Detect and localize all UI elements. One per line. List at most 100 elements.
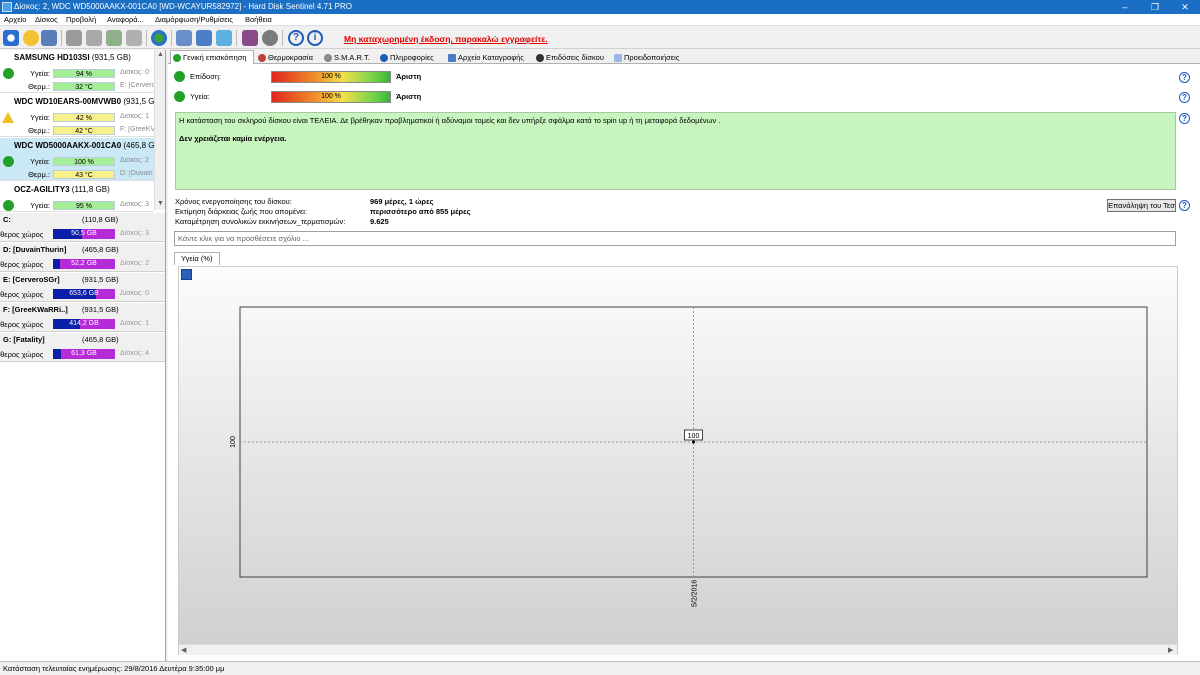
disk-check-icon[interactable] xyxy=(106,30,122,46)
scroll-down-icon[interactable]: ▼ xyxy=(157,200,164,207)
tab-temperature[interactable]: Θερμοκρασία xyxy=(256,51,313,64)
menu-file[interactable]: Αρχείο xyxy=(4,15,26,24)
disk-info-icon[interactable] xyxy=(126,30,142,46)
performance-label: Επίδοση: xyxy=(190,72,222,81)
retest-button[interactable]: Επανάληψη του Τεσ xyxy=(1107,199,1176,212)
refresh-icon[interactable] xyxy=(3,30,19,46)
disk-ref: Δίσκος: 0 xyxy=(120,69,150,76)
x-tick-label: 5/2/2016 xyxy=(692,580,699,607)
chart-marks: 100 5/2/2016 100 xyxy=(230,307,1147,607)
disk-ref: Δίσκος: 1 xyxy=(120,113,150,120)
disk-item[interactable]: SAMSUNG HD103SI (931,5 GB) Υγεία: 94 % Δ… xyxy=(0,50,154,93)
volume-item[interactable]: D: [DuvainThurin] (465,8 GB) ύθερος χώρο… xyxy=(0,243,165,272)
alert-icon[interactable] xyxy=(23,30,39,46)
menu-report[interactable]: Αναφορά... xyxy=(107,15,144,24)
info-icon xyxy=(380,54,388,62)
tab-overview[interactable]: Γενική επισκόπηση xyxy=(170,50,254,65)
scroll-left-icon[interactable]: ◀ xyxy=(181,646,186,654)
free-space-bar: 61,3 GB xyxy=(53,349,115,359)
disk-ref: Δίσκος: 3 xyxy=(120,201,150,208)
maximize-button[interactable]: ❐ xyxy=(1140,0,1170,14)
free-space-fill xyxy=(96,289,115,299)
check-icon xyxy=(173,54,181,62)
data-point xyxy=(692,440,695,444)
title-bar: Δίσκος: 2, WDC WD5000AAKX-001CA0 [WD-WCA… xyxy=(0,0,1200,14)
disk-ref: Δίσκος: 3 xyxy=(120,230,150,237)
health-label: Υγεία: xyxy=(30,113,50,122)
check-icon xyxy=(3,200,14,211)
overview-panel: Επίδοση: 100 % Άριστη ? Υγεία: 100 % Άρι… xyxy=(168,64,1200,661)
disk-icon xyxy=(324,54,332,62)
help-icon[interactable]: ? xyxy=(288,30,304,46)
thermometer-icon xyxy=(258,54,266,62)
disk-ref: Δίσκος: 0 xyxy=(120,290,150,297)
volume-name: E: [CerveroSGr] xyxy=(3,275,60,284)
volume-item[interactable]: G: [Fatality] (465,8 GB) ύθερος χώρος 61… xyxy=(0,333,165,362)
menu-view[interactable]: Προβολή xyxy=(66,15,96,24)
help-icon[interactable]: ? xyxy=(1179,200,1190,211)
help-icon[interactable]: ? xyxy=(1179,113,1190,124)
report-icon[interactable] xyxy=(176,30,192,46)
toolbar: ? i Μη καταχωρημένη έκδοση, παρακαλώ εγγ… xyxy=(0,27,1200,49)
menu-disk[interactable]: Δίσκος xyxy=(35,15,58,24)
scroll-right-icon[interactable]: ▶ xyxy=(1168,646,1173,654)
volume-item[interactable]: F: [GreeKWaRRi..] (931,5 GB) ύθερος χώρο… xyxy=(0,303,165,332)
volume-ref: F: [GreeKV xyxy=(120,126,154,133)
status-description: Η κατάσταση του σκληρού δίσκου είναι ΤΕΛ… xyxy=(175,112,1176,190)
scroll-up-icon[interactable]: ▲ xyxy=(157,51,164,58)
start-stop-label: Καταμέτρηση συνολικών εκκινήσεων_τερματι… xyxy=(175,217,346,226)
tab-log[interactable]: Αρχείο Καταγραφής xyxy=(446,51,524,64)
disk-item[interactable]: OCZ-AGILITY3 (111,8 GB) Υγεία: 95 % Δίσκ… xyxy=(0,182,154,212)
health-bar: 94 % xyxy=(53,69,115,78)
mail-icon[interactable] xyxy=(41,30,57,46)
free-space-bar: 52,2 GB xyxy=(53,259,115,269)
uptime-value: 969 μέρες, 1 ώρες xyxy=(370,197,434,206)
tab-smart[interactable]: S.M.A.R.T. xyxy=(322,51,370,64)
menu-help[interactable]: Βοήθεια xyxy=(245,15,272,24)
disk-item[interactable]: WDC WD10EARS-00MVWB0 (931,5 GB) Υγεία: 4… xyxy=(0,94,163,137)
comment-input[interactable]: Κάντε κλικ για να προσθέσετε σχόλιο ... xyxy=(174,231,1176,246)
globe-icon[interactable] xyxy=(151,30,167,46)
volume-name: D: [DuvainThurin] xyxy=(3,245,67,254)
disk-item-selected[interactable]: WDC WD5000AAKX-001CA0 (465,8 GB) Υγεία: … xyxy=(0,138,163,181)
tab-information[interactable]: Πληροφορίες xyxy=(378,51,434,64)
gear-icon[interactable] xyxy=(262,30,278,46)
health-label: Υγεία: xyxy=(30,201,50,210)
tab-performance[interactable]: Επιδόσεις δίσκου xyxy=(534,51,604,64)
health-bar: 100 % xyxy=(53,157,115,166)
disk-test-icon[interactable] xyxy=(66,30,82,46)
app-icon xyxy=(2,2,12,12)
tab-health-chart[interactable]: Υγεία (%) xyxy=(174,252,220,265)
help-icon[interactable]: ? xyxy=(1179,92,1190,103)
performance-bar: 100 % xyxy=(271,71,391,83)
configuration-icon[interactable] xyxy=(242,30,258,46)
volume-item[interactable]: E: [CerveroSGr] (931,5 GB) ύθερος χώρος … xyxy=(0,273,165,302)
disk-surface-icon[interactable] xyxy=(86,30,102,46)
backup-icon[interactable] xyxy=(196,30,212,46)
minimize-button[interactable]: – xyxy=(1110,0,1140,14)
start-stop-value: 9.625 xyxy=(370,217,389,226)
tab-alerts[interactable]: Προειδοποιήσεις xyxy=(612,51,679,64)
temp-bar: 32 °C xyxy=(53,82,115,91)
lifetime-value: περισσότερο από 855 μέρες xyxy=(370,207,471,216)
warning-icon xyxy=(2,112,14,123)
about-icon[interactable]: i xyxy=(307,30,323,46)
free-space-bar: 50,5 GB xyxy=(53,229,115,239)
volume-ref: D: [Duvain xyxy=(120,170,153,177)
status-bar: Κατάσταση τελευταίας ενημέρωσης: 29/8/20… xyxy=(0,661,1200,675)
free-space-label: ύθερος χώρος xyxy=(0,350,44,359)
close-button[interactable]: ✕ xyxy=(1170,0,1200,14)
disk-name: SAMSUNG HD103SI (931,5 GB) xyxy=(14,53,131,62)
action-text: Δεν χρειάζεται καμία ενέργεια. xyxy=(179,134,287,143)
disk-list-scrollbar[interactable]: ▲ ▼ xyxy=(154,50,165,210)
disk-name: WDC WD5000AAKX-001CA0 (465,8 GB) xyxy=(14,141,163,150)
volume-name: G: [Fatality] xyxy=(3,335,45,344)
menu-configuration[interactable]: Διαμόρφωση/Ρυθμίσεις xyxy=(155,15,233,24)
volume-item[interactable]: C: (110,8 GB) ύθερος χώρος 50,5 GB Δίσκο… xyxy=(0,213,165,242)
register-link[interactable]: Μη καταχωρημένη έκδοση, παρακαλώ εγγραφε… xyxy=(344,34,548,44)
network-icon[interactable] xyxy=(216,30,232,46)
chart-scrollbar[interactable]: ◀ ▶ xyxy=(179,644,1177,655)
free-space-bar: 414,2 GB xyxy=(53,319,115,329)
help-icon[interactable]: ? xyxy=(1179,72,1190,83)
performance-rating: Άριστη xyxy=(396,72,422,81)
